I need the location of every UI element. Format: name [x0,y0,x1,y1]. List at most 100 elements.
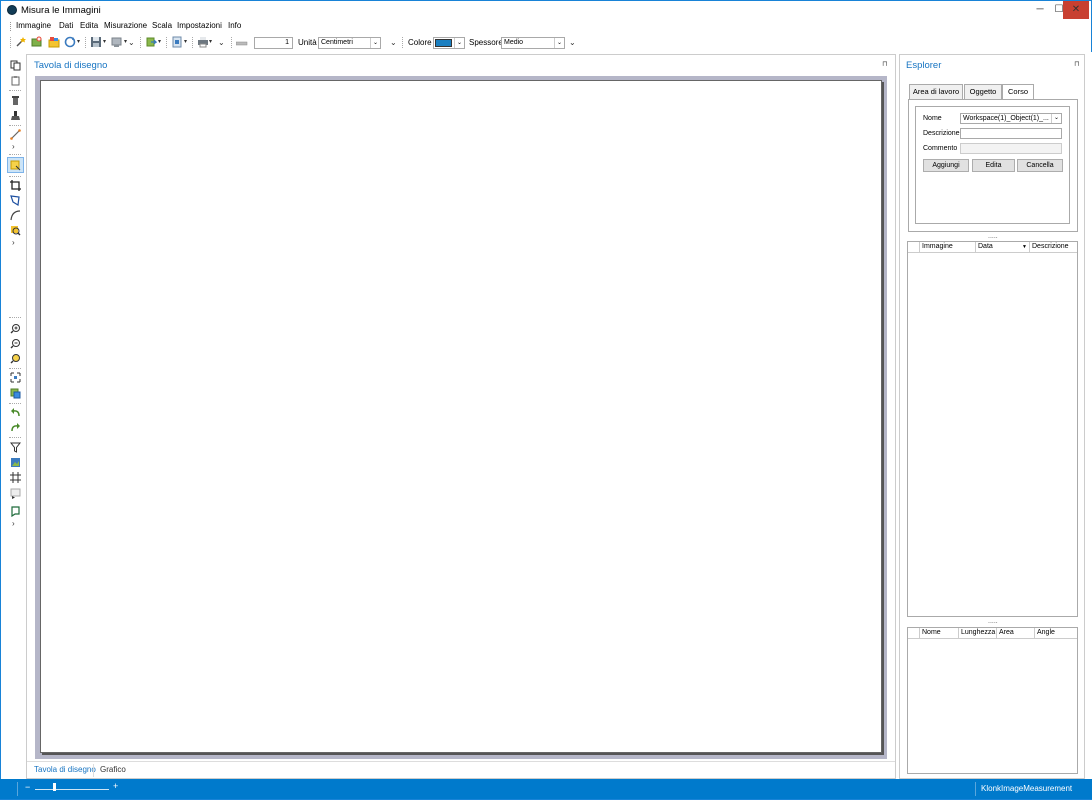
name-select[interactable]: Workspace(1)_Object(1)_... ⌄ [960,113,1062,124]
tab-workspace[interactable]: Area di lavoro [909,84,963,99]
chevron-down-icon[interactable]: ⌄ [128,38,135,47]
zoom-in-button[interactable]: + [113,781,118,791]
zoom-slider-thumb[interactable] [53,783,57,791]
tab-drawing-board[interactable]: Tavola di disegno [34,765,96,774]
chevron-right-icon[interactable]: › [12,238,15,247]
save-icon[interactable] [90,36,102,48]
copy-icon[interactable] [10,60,21,71]
redo-icon[interactable] [10,422,21,433]
image-layers-icon[interactable] [10,388,21,399]
crop-icon[interactable] [10,180,21,191]
filter-icon[interactable] [10,442,21,453]
unit-select[interactable]: Centimetri ⌄ [318,37,381,49]
zoom-out-icon[interactable] [10,338,21,349]
menu-dati[interactable]: Dati [59,21,73,30]
magic-wand-icon[interactable] [15,36,27,48]
chevron-down-icon[interactable]: ⌄ [1051,114,1061,123]
zoom-in-icon[interactable] [10,323,21,334]
line-value-input[interactable]: 1 [254,37,293,49]
tab-course[interactable]: Corso [1002,84,1034,100]
column-header-area[interactable]: Area [996,628,1034,639]
chevron-down-icon[interactable]: ⌄ [370,38,380,48]
undo-icon[interactable] [10,407,21,418]
comment-icon[interactable] [10,506,21,517]
comment-label: Commento [923,145,958,152]
chevron-right-icon[interactable]: › [12,519,15,528]
toolstrip-separator [9,437,21,438]
menu-scala[interactable]: Scala [152,21,172,30]
splitter-grip[interactable]: ..... [988,233,998,240]
column-header-angle[interactable]: Angle [1034,628,1079,639]
delete-icon[interactable] [10,95,21,106]
measure-transfer-icon[interactable] [145,36,157,48]
document-dropdown-icon[interactable]: ▾ [184,38,187,45]
column-header-date[interactable]: Data ▼ [975,242,1029,253]
tab-graph[interactable]: Grafico [100,765,126,774]
chevron-down-icon[interactable]: ⌄ [454,38,464,48]
canvas-background [35,76,887,759]
toolbar-separator [231,37,232,48]
column-header-description[interactable]: Descrizione [1029,242,1079,253]
column-header-name[interactable]: Nome [919,628,958,639]
toolbar-separator [85,37,86,48]
edit-button[interactable]: Edita [972,159,1015,172]
toolstrip-separator [9,154,21,155]
save-dropdown-icon[interactable]: ▾ [103,38,106,45]
zoom-out-button[interactable]: − [25,782,30,792]
zoom-tool-icon[interactable] [10,225,21,236]
add-image-icon[interactable] [31,36,43,48]
delete-button[interactable]: Cancella [1017,159,1063,172]
column-header-image[interactable]: Immagine [919,242,975,253]
description-input[interactable] [960,128,1062,139]
add-button[interactable]: Aggiungi [923,159,969,172]
fit-page-icon[interactable] [10,372,21,383]
pin-icon[interactable]: ⊓ [882,60,887,68]
chevron-down-icon[interactable]: ⌄ [554,38,564,48]
thickness-select[interactable]: Medio ⌄ [501,37,565,49]
window-title: Misura le Immagini [21,5,101,16]
menu-immagine[interactable]: Immagine [16,21,51,30]
menu-impostazioni[interactable]: Impostazioni [177,21,222,30]
grid-icon[interactable] [10,472,21,483]
print-dropdown-icon[interactable]: ▾ [209,38,212,45]
select-area-icon[interactable] [10,160,21,171]
chevron-down-icon[interactable]: ⌄ [569,38,576,47]
zoom-slider[interactable] [35,789,109,790]
transfer-dropdown-icon[interactable]: ▾ [158,38,161,45]
image-select-icon[interactable] [10,457,21,468]
export-dropdown-icon[interactable]: ▾ [124,38,127,45]
name-select-value: Workspace(1)_Object(1)_... [963,115,1049,122]
menu-info[interactable]: Info [228,21,241,30]
measure-grid-header: Nome Lunghezza Area Angle [908,628,1077,639]
splitter-grip[interactable]: ..... [988,618,998,625]
close-button[interactable]: ✕ [1063,1,1089,19]
chevron-down-icon[interactable]: ⌄ [218,38,225,47]
comment-input[interactable] [960,143,1062,154]
document-icon[interactable] [171,36,183,48]
app-name-label: KlonkImageMeasurement [981,784,1073,793]
zoom-fit-icon[interactable] [10,353,21,364]
column-header-length[interactable]: Lunghezza [958,628,996,639]
printer-icon[interactable] [197,36,209,48]
line-tool-icon[interactable] [10,129,21,140]
chevron-down-icon[interactable]: ⌄ [390,38,397,47]
drawing-canvas[interactable] [40,80,882,753]
small-dropdown-icon[interactable]: ▸ [12,494,15,501]
menu-misurazione[interactable]: Misurazione [104,21,147,30]
export-icon[interactable] [111,36,123,48]
pin-icon[interactable]: ⊓ [1074,60,1079,68]
name-label: Nome [923,115,942,122]
toolbar-grip [10,37,11,48]
brush-icon[interactable] [10,110,21,121]
polygon-tool-icon[interactable] [10,195,21,206]
chevron-right-icon[interactable]: › [12,142,15,151]
tab-object[interactable]: Oggetto [964,84,1002,99]
sync-icon[interactable] [64,36,76,48]
color-select[interactable]: ⌄ [433,37,465,49]
sync-dropdown-icon[interactable]: ▾ [77,38,80,45]
course-form: Nome Workspace(1)_Object(1)_... ⌄ Descri… [915,106,1070,224]
paste-icon[interactable] [10,75,21,86]
curve-tool-icon[interactable] [10,210,21,221]
menu-edita[interactable]: Edita [80,21,98,30]
open-folder-icon[interactable] [48,36,60,48]
